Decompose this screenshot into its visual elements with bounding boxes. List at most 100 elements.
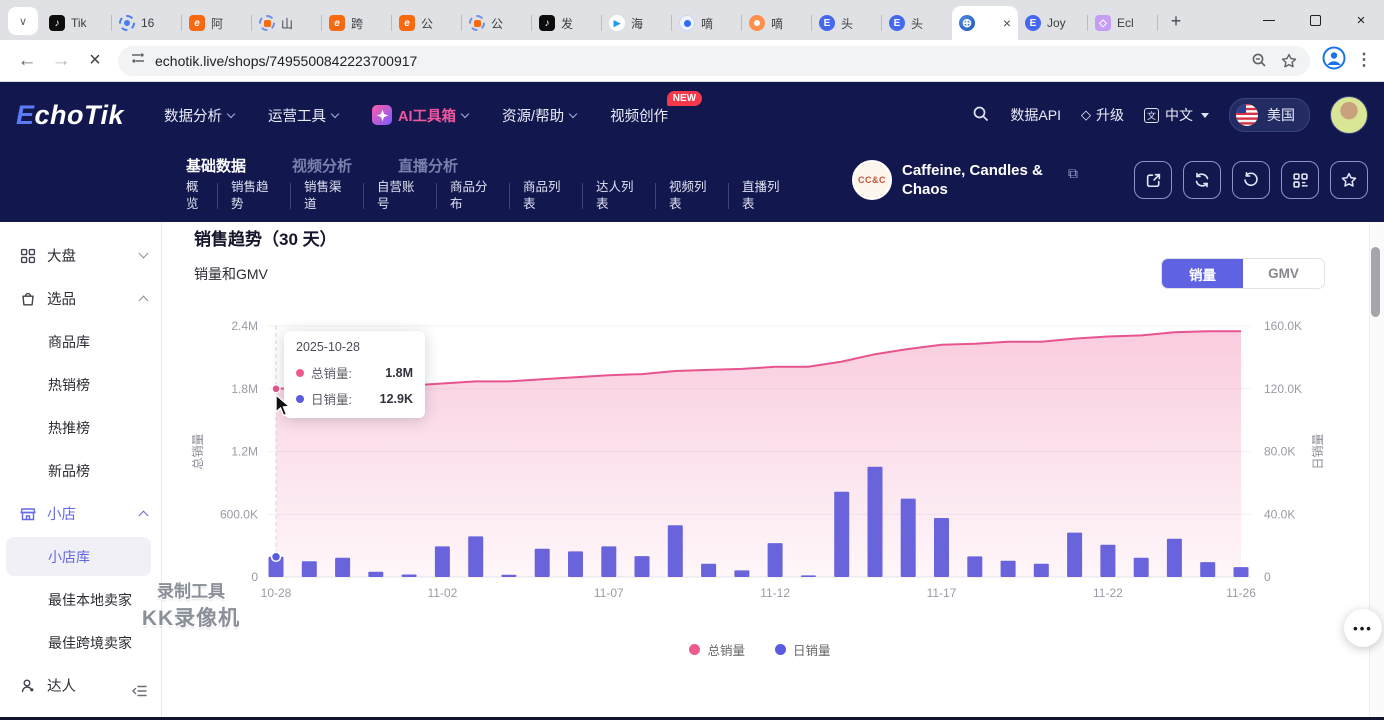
tab-title: 发 — [561, 15, 595, 32]
legend-item-日销量[interactable]: 日销量 — [775, 640, 831, 659]
sidebar-item-新品榜[interactable]: 新品榜 — [0, 449, 161, 492]
tab-title: 头 — [841, 15, 875, 32]
sidebar-item-达人[interactable]: 达人 — [0, 664, 161, 707]
browser-tab[interactable]: ▸海 — [602, 6, 672, 40]
open-shop-external-button[interactable] — [1134, 161, 1172, 199]
svg-text:160.0K: 160.0K — [1264, 319, 1302, 333]
refresh-data-button[interactable] — [1183, 161, 1221, 199]
tiktok-favicon-icon: ♪ — [539, 15, 555, 31]
page-tab[interactable]: 商品列表 — [523, 179, 569, 213]
tab-title: 嘀 — [701, 15, 735, 32]
sidebar-item-大盘[interactable]: 大盘 — [0, 234, 161, 277]
copy-icon[interactable]: ⧉ — [1068, 165, 1078, 182]
browser-tab[interactable]: 嘀 — [742, 6, 812, 40]
legend-dot-icon — [775, 644, 786, 655]
language-selector[interactable]: 文中文 — [1144, 105, 1209, 125]
more-actions-button[interactable]: ••• — [1344, 609, 1382, 647]
browser-tab[interactable]: ♪发 — [532, 6, 602, 40]
dog-favicon-icon — [749, 15, 765, 31]
qr-code-button[interactable] — [1281, 161, 1319, 199]
browser-tab[interactable]: 16 — [112, 6, 182, 40]
browser-tab[interactable]: e公 — [392, 6, 462, 40]
bookmark-star-icon[interactable] — [1274, 46, 1304, 76]
tab-close-icon[interactable]: × — [1003, 16, 1011, 30]
svg-text:120.0K: 120.0K — [1264, 382, 1302, 396]
nav-item[interactable]: 数据分析 — [164, 105, 234, 126]
chevron-up-icon — [139, 511, 149, 521]
browser-tab[interactable]: 公 — [462, 6, 532, 40]
zoom-page-icon[interactable] — [1244, 46, 1274, 76]
sales-trend-chart[interactable]: 2.4M1.8M1.2M600.0K0160.0K120.0K80.0K40.0… — [162, 222, 1372, 622]
history-button[interactable] — [1232, 161, 1270, 199]
search-icon[interactable] — [972, 105, 990, 126]
sidebar-item-小店[interactable]: 小店 — [0, 492, 161, 535]
module-tab[interactable]: 直播分析 — [398, 155, 458, 176]
tab-title: Ecl — [1117, 16, 1151, 30]
scrollbar-thumb[interactable] — [1371, 247, 1380, 317]
browser-tab[interactable]: E头 — [812, 6, 882, 40]
tiktok-favicon-icon: ♪ — [49, 15, 65, 31]
browser-tab[interactable]: ♪Tik — [42, 6, 112, 40]
sidebar-item-label: 热销榜 — [48, 375, 90, 395]
bag-icon — [20, 291, 36, 307]
back-button[interactable]: ← — [10, 44, 44, 78]
echotik-logo[interactable]: EchoTik — [16, 100, 124, 131]
legend-item-总销量[interactable]: 总销量 — [689, 640, 745, 659]
window-controls: × — [1246, 0, 1384, 40]
module-tab[interactable]: 视频分析 — [292, 155, 352, 176]
tab-title: 嘀 — [771, 15, 805, 32]
region-selector[interactable]: 美国 — [1229, 98, 1310, 132]
orange-favicon-icon: e — [329, 15, 345, 31]
stop-button[interactable]: × — [78, 44, 112, 78]
nav-item[interactable]: 运营工具 — [268, 105, 338, 126]
svg-text:1.2M: 1.2M — [231, 445, 258, 459]
page-tab[interactable]: 达人列表 — [596, 179, 642, 213]
new-tab-button[interactable]: + — [1162, 7, 1190, 35]
site-info-icon[interactable] — [130, 50, 146, 71]
sidebar-item-选品[interactable]: 选品 — [0, 277, 161, 320]
shop-header: CC&C Caffeine, Candles & Chaos ⧉ — [852, 160, 1368, 200]
browser-tab[interactable]: 山 — [252, 6, 322, 40]
browser-toolbar: ← → × echotik.live/shops/749550084222370… — [0, 40, 1384, 82]
data-api-link[interactable]: 数据API — [1010, 105, 1061, 125]
browser-tab[interactable]: EJoy — [1018, 6, 1088, 40]
menu-dots-icon[interactable]: ⋮ — [1354, 57, 1374, 64]
purple-favicon-icon: ◇ — [1095, 15, 1111, 31]
user-avatar[interactable] — [1330, 96, 1368, 134]
nav-item[interactable]: 资源/帮助 — [502, 105, 576, 126]
browser-tab[interactable]: e阿 — [182, 6, 252, 40]
page-tab[interactable]: 直播列表 — [742, 179, 788, 213]
browser-tab[interactable]: e跨 — [322, 6, 392, 40]
page-tab[interactable]: 销售渠道 — [304, 179, 350, 213]
sidebar-item-商品库[interactable]: 商品库 — [0, 320, 161, 363]
nav-item[interactable]: AI工具箱 — [372, 105, 468, 126]
browser-tab[interactable]: E头 — [882, 6, 952, 40]
url-bar[interactable]: echotik.live/shops/7495500842223700917 — [118, 46, 1310, 76]
browser-tab[interactable]: 嘀 — [672, 6, 742, 40]
page-tab[interactable]: 概览 — [186, 179, 204, 213]
sidebar-item-热销榜[interactable]: 热销榜 — [0, 363, 161, 406]
browser-tab[interactable]: ◇ Ecl — [1088, 6, 1158, 40]
sidebar-item-label: 小店库 — [48, 547, 90, 567]
nav-item[interactable]: 视频创作NEW — [610, 105, 668, 126]
page-tab[interactable]: 商品分布 — [450, 179, 496, 213]
browser-tab-active[interactable]: ⊕× — [952, 6, 1018, 40]
url-text[interactable]: echotik.live/shops/7495500842223700917 — [155, 53, 1244, 69]
page-tab[interactable]: 销售趋势 — [231, 179, 277, 213]
page-tab[interactable]: 自营账号 — [377, 179, 423, 213]
chevron-down-icon — [461, 109, 469, 117]
favorite-star-button[interactable] — [1330, 161, 1368, 199]
minimize-button[interactable] — [1246, 0, 1292, 40]
upgrade-link[interactable]: ◇升级 — [1081, 105, 1124, 125]
maximize-button[interactable] — [1292, 0, 1338, 40]
module-tab[interactable]: 基础数据 — [186, 155, 246, 176]
page-tab[interactable]: 视频列表 — [669, 179, 715, 213]
profile-avatar-icon[interactable] — [1322, 46, 1346, 75]
close-button[interactable]: × — [1338, 0, 1384, 40]
sidebar-item-热推榜[interactable]: 热推榜 — [0, 406, 161, 449]
tab-search-button[interactable]: ∨ — [8, 7, 38, 35]
forward-button[interactable]: → — [44, 44, 78, 78]
sidebar-item-label: 小店 — [47, 503, 76, 524]
sidebar-item-小店库[interactable]: 小店库 — [0, 535, 161, 578]
collapse-sidebar-icon[interactable] — [131, 684, 147, 702]
